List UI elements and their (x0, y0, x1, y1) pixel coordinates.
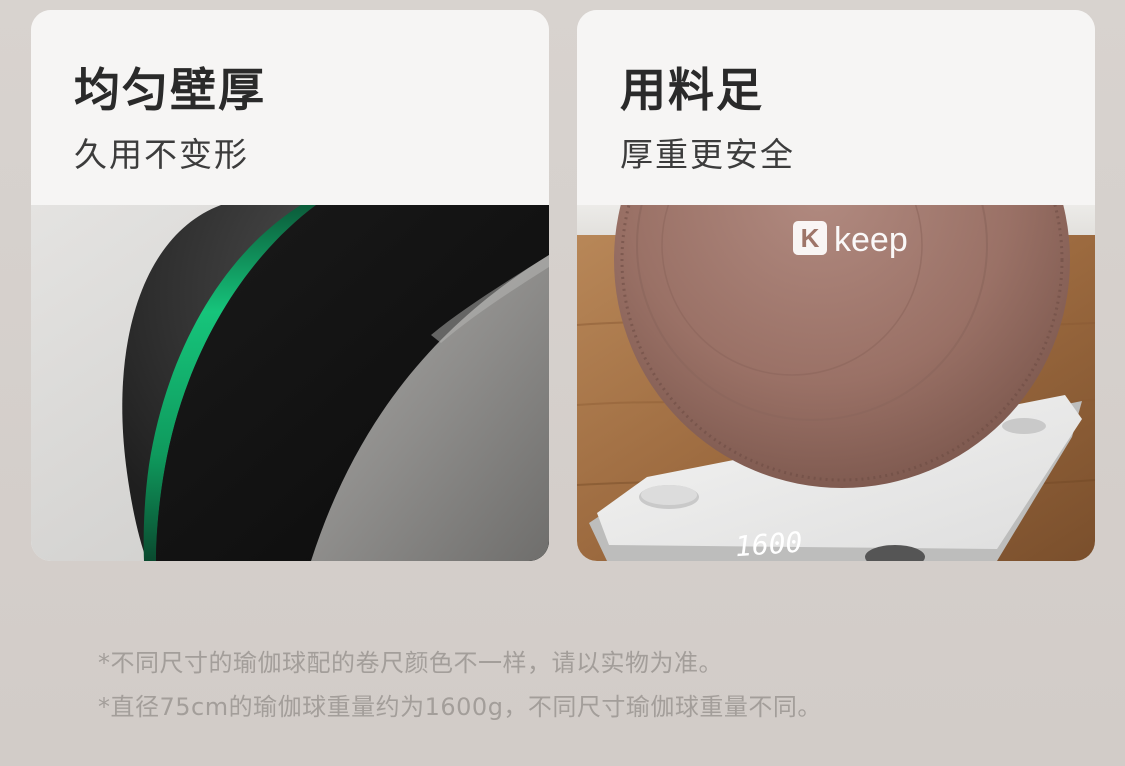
card-header: 用料足 厚重更安全 (577, 10, 1095, 205)
card-subtitle: 久用不变形 (74, 135, 249, 174)
footnote-weight: *直径75cm的瑜伽球重量约为1600g，不同尺寸瑜伽球重量不同。 (98, 693, 822, 721)
brand-badge: K (801, 223, 820, 253)
card-title: 用料足 (620, 63, 764, 117)
feature-card-wall-thickness: 均匀壁厚 久用不变形 (31, 10, 549, 561)
scale-reading: 1600 (734, 526, 804, 561)
card-title: 均匀壁厚 (74, 63, 266, 117)
footnotes: *不同尺寸的瑜伽球配的卷尺颜色不一样，请以实物为准。 *直径75cm的瑜伽球重量… (98, 641, 822, 729)
brand-logo: keep (834, 221, 908, 259)
feature-card-material: 用料足 厚重更安全 1600 K keep (577, 10, 1095, 561)
ball-cross-section-image (31, 205, 549, 561)
ball-on-scale-image: 1600 K keep (577, 205, 1095, 561)
card-subtitle: 厚重更安全 (620, 135, 795, 174)
card-header: 均匀壁厚 久用不变形 (31, 10, 549, 205)
footnote-tape-color: *不同尺寸的瑜伽球配的卷尺颜色不一样，请以实物为准。 (98, 649, 723, 677)
